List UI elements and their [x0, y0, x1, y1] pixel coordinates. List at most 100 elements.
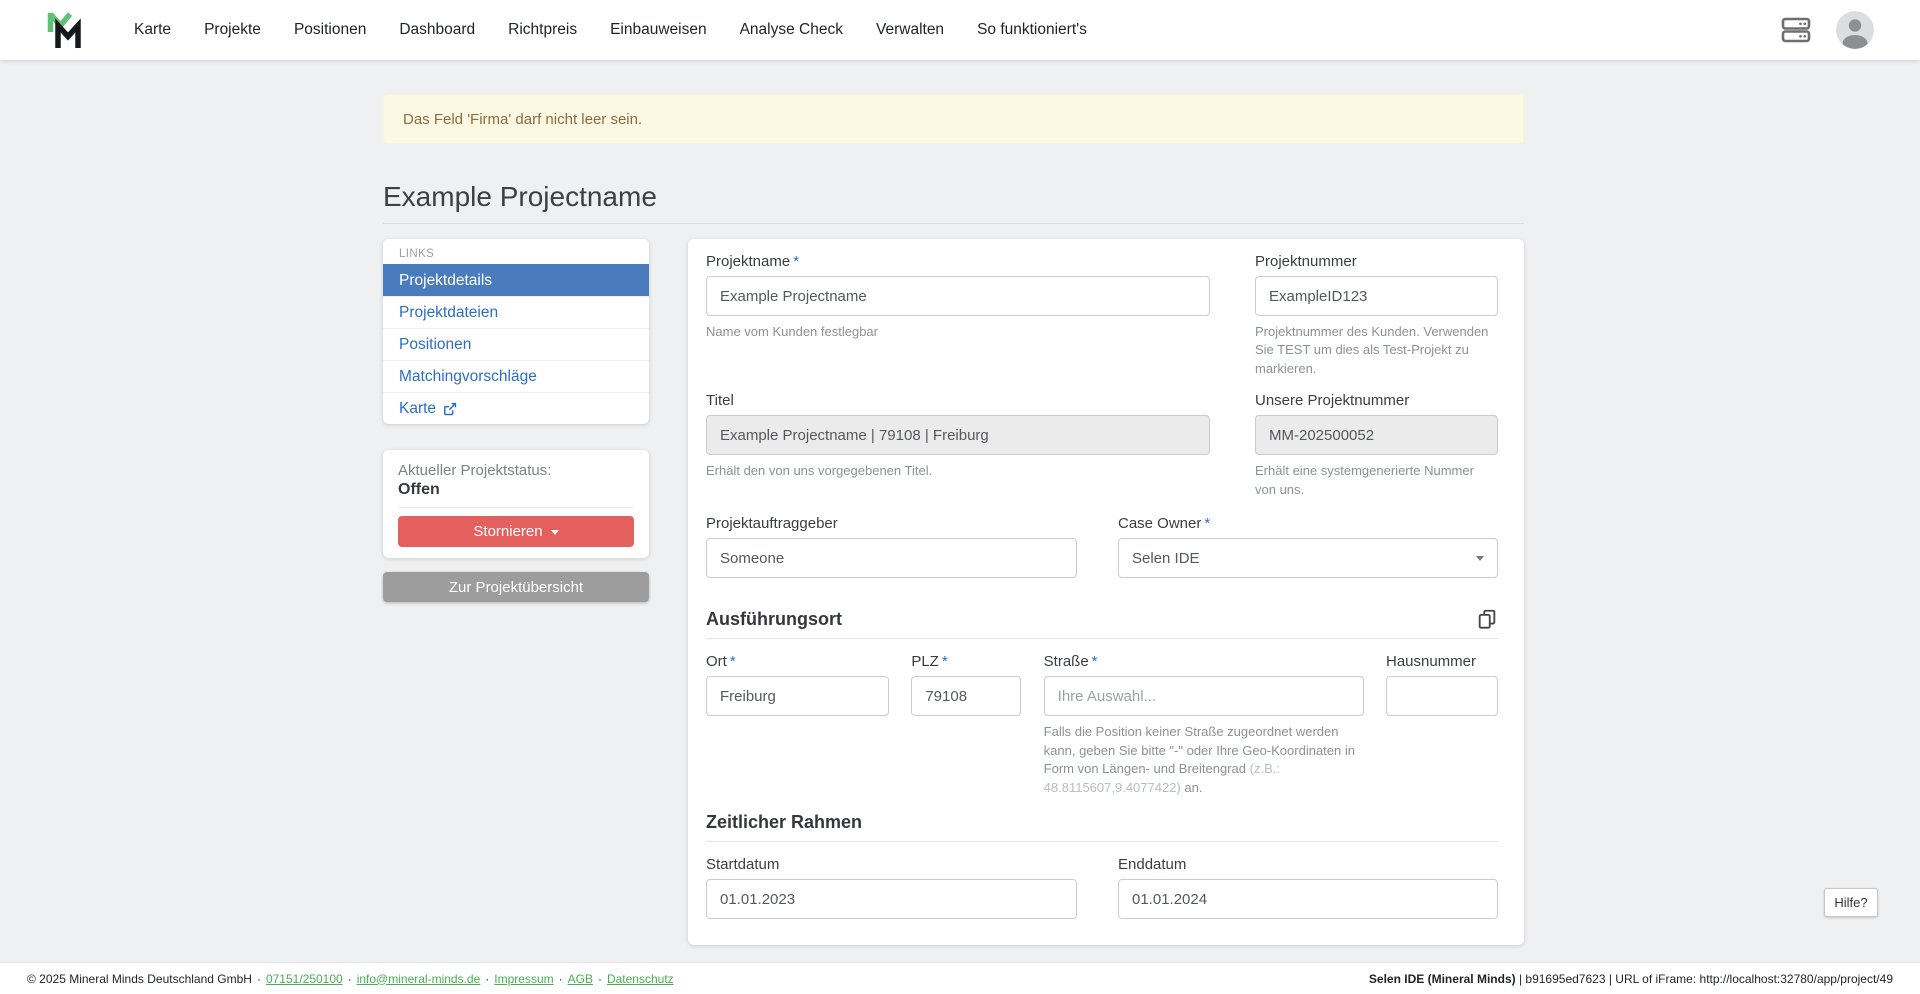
unsere-projektnummer-help: Erhält eine systemgenerierte Nummer von …	[1255, 462, 1498, 499]
strasse-input[interactable]	[1044, 676, 1364, 716]
nav-item-positionen[interactable]: Positionen	[294, 21, 366, 39]
required-asterisk: *	[730, 653, 736, 670]
projektnummer-input[interactable]	[1255, 276, 1498, 316]
titel-input	[706, 415, 1210, 455]
nav-item-karte[interactable]: Karte	[134, 21, 171, 39]
projektnummer-label: Projektnummer	[1255, 253, 1498, 270]
server-icon[interactable]	[1780, 15, 1812, 45]
projektauftraggeber-label: Projektauftraggeber	[706, 515, 1077, 532]
sidebar-item-projektdateien[interactable]: Projektdateien	[383, 296, 649, 328]
navbar-right	[1780, 11, 1874, 49]
footer-link-email[interactable]: info@mineral-minds.de	[357, 972, 481, 986]
ausfuehrungsort-title: Ausführungsort	[706, 609, 842, 630]
sidebar-item-label: Projektdetails	[399, 271, 492, 290]
projektname-input[interactable]	[706, 276, 1210, 316]
footer-link-phone[interactable]: 07151/250100	[266, 972, 343, 986]
nav-item-projekte[interactable]: Projekte	[204, 21, 261, 39]
sidebar-item-label: Projektdateien	[399, 303, 498, 322]
sidebar-item-positionen[interactable]: Positionen	[383, 328, 649, 360]
footer-link-impressum[interactable]: Impressum	[494, 972, 553, 986]
section-divider	[706, 841, 1498, 842]
links-card: LINKS Projektdetails Projektdateien Posi…	[383, 239, 649, 424]
strasse-label: Straße*	[1044, 653, 1364, 670]
dates-row: Startdatum Enddatum	[706, 856, 1498, 919]
required-asterisk: *	[1092, 653, 1098, 670]
ort-label: Ort*	[706, 653, 889, 670]
zur-projektuebersicht-button[interactable]: Zur Projektübersicht	[383, 572, 649, 602]
zeitlicher-rahmen-section-header: Zeitlicher Rahmen	[706, 812, 1498, 833]
status-value: Offen	[398, 481, 634, 499]
strasse-help: Falls die Position keiner Straße zugeord…	[1044, 723, 1364, 797]
nav-item-so-funktionierts[interactable]: So funktioniert's	[977, 21, 1087, 39]
plz-input[interactable]	[911, 676, 1021, 716]
enddatum-field: Enddatum	[1118, 856, 1498, 919]
startdatum-input[interactable]	[706, 879, 1077, 919]
case-owner-select[interactable]: Selen IDE	[1118, 538, 1498, 578]
startdatum-field: Startdatum	[706, 856, 1077, 919]
ort-field: Ort*	[706, 653, 889, 797]
hausnummer-input[interactable]	[1386, 676, 1498, 716]
zeitlicher-rahmen-title: Zeitlicher Rahmen	[706, 812, 862, 833]
projektname-field: Projektname* Name vom Kunden festlegbar	[706, 253, 1210, 378]
nav-item-analyse-check[interactable]: Analyse Check	[740, 21, 843, 39]
plz-label: PLZ*	[911, 653, 1021, 670]
projektauftraggeber-field: Projektauftraggeber	[706, 515, 1077, 578]
external-link-icon	[443, 402, 457, 416]
titel-help: Erhält den von uns vorgegebenen Titel.	[706, 462, 1210, 480]
nav-item-verwalten[interactable]: Verwalten	[876, 21, 944, 39]
stornieren-label: Stornieren	[473, 523, 542, 540]
nav-item-richtpreis[interactable]: Richtpreis	[508, 21, 577, 39]
form-row-3: Projektauftraggeber Case Owner* Selen ID…	[706, 515, 1498, 578]
nav-item-einbauweisen[interactable]: Einbauweisen	[610, 21, 707, 39]
address-row: Ort* PLZ* Straße*	[706, 653, 1498, 797]
footer-instance-details: | b91695ed7623 | URL of iFrame: http://l…	[1516, 972, 1893, 986]
alert-message: Das Feld 'Firma' darf nicht leer sein.	[403, 111, 642, 128]
user-avatar-icon[interactable]	[1836, 11, 1874, 49]
footer-left: © 2025 Mineral Minds Deutschland GmbH · …	[27, 972, 674, 986]
main-container: Das Feld 'Firma' darf nicht leer sein. E…	[383, 60, 1524, 945]
unsere-projektnummer-field: Unsere Projektnummer Erhält eine systemg…	[1255, 392, 1498, 499]
startdatum-label: Startdatum	[706, 856, 1077, 873]
ort-input[interactable]	[706, 676, 889, 716]
case-owner-field: Case Owner* Selen IDE	[1118, 515, 1498, 578]
case-owner-label: Case Owner*	[1118, 515, 1498, 532]
projektauftraggeber-input[interactable]	[706, 538, 1077, 578]
sidebar-item-matchingvorschlaege[interactable]: Matchingvorschläge	[383, 360, 649, 392]
strasse-field: Straße* Falls die Position keiner Straße…	[1044, 653, 1364, 797]
titel-label: Titel	[706, 392, 1210, 409]
ausfuehrungsort-section-header: Ausführungsort	[706, 608, 1498, 630]
copy-icon[interactable]	[1476, 608, 1498, 630]
footer-instance-name: Selen IDE (Mineral Minds)	[1369, 972, 1516, 986]
title-divider	[383, 223, 1524, 224]
project-status-card: Aktueller Projektstatus: Offen Storniere…	[383, 450, 649, 558]
required-asterisk: *	[942, 653, 948, 670]
sidebar-item-label: Positionen	[399, 335, 471, 354]
mineral-minds-logo[interactable]	[46, 10, 84, 50]
unsere-projektnummer-input	[1255, 415, 1498, 455]
top-navbar: Karte Projekte Positionen Dashboard Rich…	[0, 0, 1920, 60]
plz-field: PLZ*	[911, 653, 1021, 797]
status-label: Aktueller Projektstatus:	[398, 462, 634, 479]
projektname-help: Name vom Kunden festlegbar	[706, 323, 1210, 341]
chevron-down-icon	[551, 530, 559, 539]
sidebar-item-projektdetails[interactable]: Projektdetails	[383, 264, 649, 296]
form-row-1: Projektname* Name vom Kunden festlegbar …	[706, 253, 1498, 378]
footer: © 2025 Mineral Minds Deutschland GmbH · …	[0, 962, 1920, 994]
hausnummer-label: Hausnummer	[1386, 653, 1498, 670]
sidebar-item-karte[interactable]: Karte	[383, 392, 649, 424]
enddatum-input[interactable]	[1118, 879, 1498, 919]
form-row-2: Titel Erhält den von uns vorgegebenen Ti…	[706, 392, 1498, 499]
nav-item-dashboard[interactable]: Dashboard	[399, 21, 475, 39]
required-asterisk: *	[1204, 515, 1210, 532]
left-column: LINKS Projektdetails Projektdateien Posi…	[383, 239, 649, 602]
hilfe-button[interactable]: Hilfe?	[1824, 888, 1878, 917]
section-divider	[706, 638, 1498, 639]
sidebar-item-label: Matchingvorschläge	[399, 367, 537, 386]
validation-alert: Das Feld 'Firma' darf nicht leer sein.	[383, 94, 1524, 144]
logo-icon	[46, 10, 84, 50]
stornieren-button[interactable]: Stornieren	[398, 516, 634, 547]
projektnummer-help: Projektnummer des Kunden. Verwenden Sie …	[1255, 323, 1498, 378]
footer-link-agb[interactable]: AGB	[568, 972, 593, 986]
footer-link-datenschutz[interactable]: Datenschutz	[607, 972, 674, 986]
page-title: Example Projectname	[383, 181, 1524, 213]
